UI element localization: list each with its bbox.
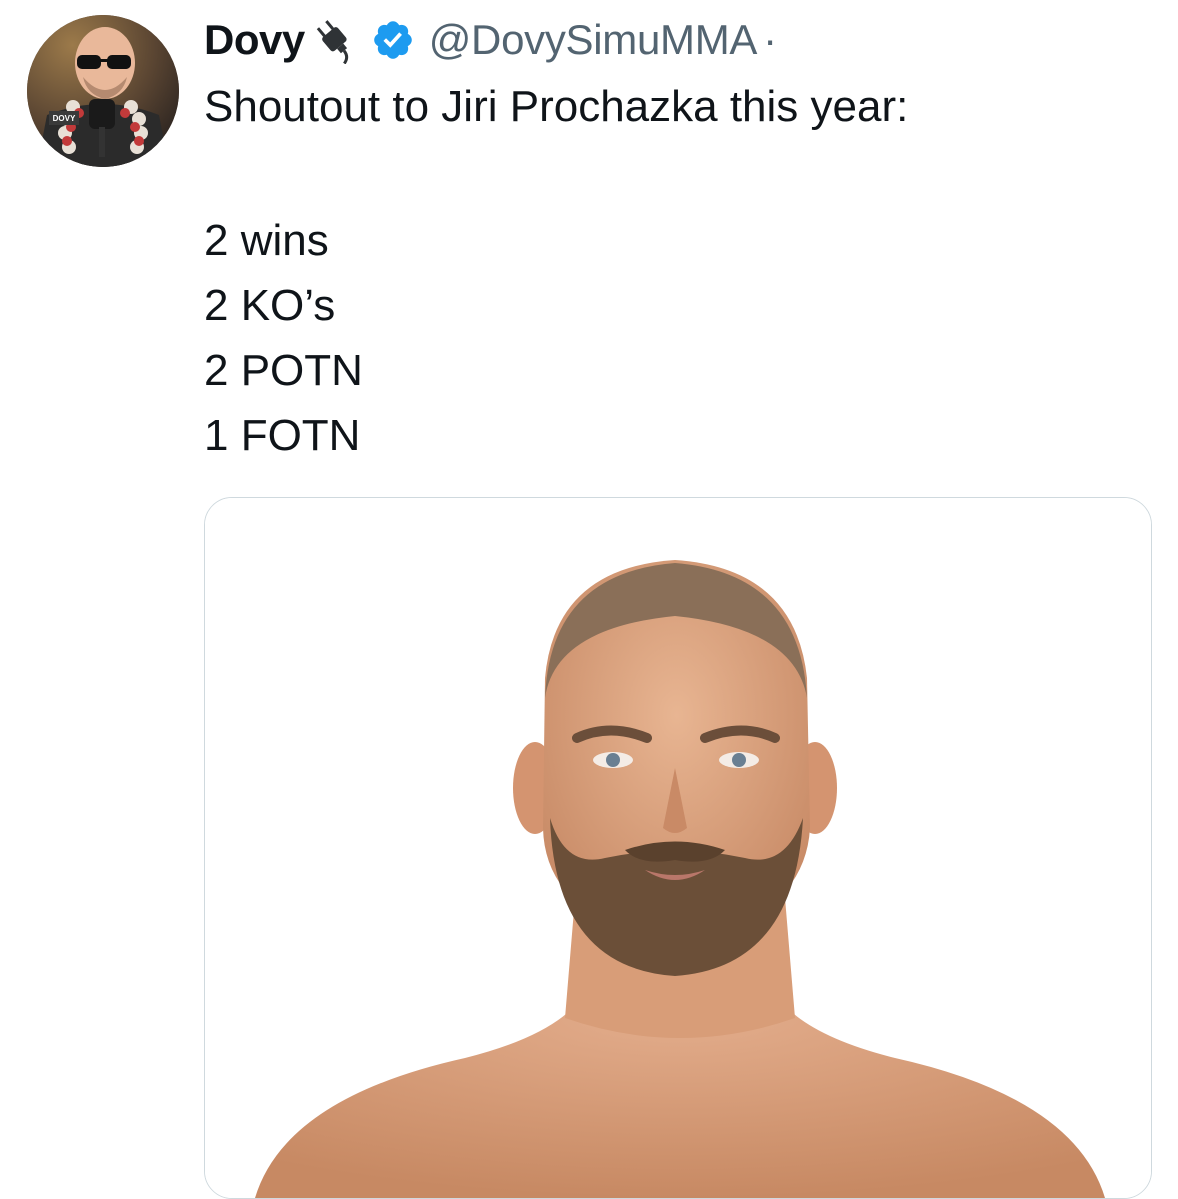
- verified-check-icon[interactable]: [371, 18, 415, 62]
- separator-dot: ·: [763, 16, 778, 63]
- tweet-text-line: 2 POTN: [204, 346, 363, 395]
- tweet[interactable]: DOVY Dovy @DovySimuMMA · Shoutout to Jir…: [0, 0, 1178, 1199]
- fighter-portrait-image: [205, 498, 1151, 1198]
- tweet-text-line: 1 FOTN: [204, 411, 361, 460]
- tweet-media-image[interactable]: [204, 497, 1152, 1199]
- avatar-image: DOVY: [27, 15, 179, 167]
- user-handle[interactable]: @DovySimuMMA: [429, 16, 758, 64]
- display-name[interactable]: Dovy: [204, 16, 305, 64]
- plug-emoji-icon: [309, 16, 361, 65]
- avatar-nameplate-text: DOVY: [53, 114, 76, 123]
- avatar[interactable]: DOVY: [27, 15, 179, 167]
- tweet-text-line: Shoutout to Jiri Prochazka this year:: [204, 82, 909, 131]
- tweet-header: Dovy @DovySimuMMA ·: [204, 12, 777, 68]
- tweet-text-line: 2 KO’s: [204, 281, 336, 330]
- tweet-text-line: 2 wins: [204, 216, 329, 265]
